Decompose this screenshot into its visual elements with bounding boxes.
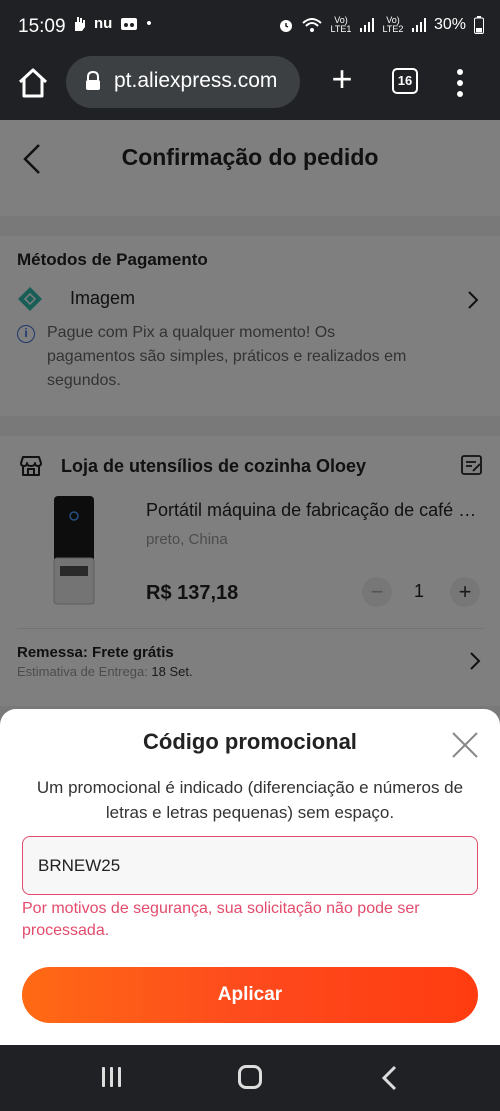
promo-description: Um promocional é indicado (diferenciação… [36, 778, 464, 822]
sheet-title: Código promocional [143, 729, 357, 754]
lock-icon [86, 71, 100, 90]
new-tab-button[interactable]: + [326, 61, 358, 97]
browser-toolbar: pt.aliexpress.com + 16 [0, 56, 500, 120]
alarm-icon [279, 20, 292, 32]
signal-icon [359, 18, 374, 32]
more-menu-icon[interactable] [450, 66, 470, 100]
status-bar: 15:09 nu • Vo) LTE1 Vo) LTE2 30% [0, 0, 500, 56]
home-icon[interactable] [16, 66, 50, 100]
apply-button[interactable]: Aplicar [22, 967, 478, 1023]
back-nav-icon[interactable] [380, 1065, 400, 1091]
promo-code-sheet: Código promocional Um promocional é indi… [0, 709, 500, 1045]
dot-icon: • [146, 15, 152, 32]
error-message: Por motivos de segurança, sua solicitaçã… [22, 900, 420, 939]
address-bar[interactable]: pt.aliexpress.com [66, 56, 300, 108]
recents-icon[interactable] [100, 1067, 122, 1089]
url-text: pt.aliexpress.com [114, 69, 278, 92]
close-icon[interactable] [449, 729, 481, 761]
promo-code-input[interactable] [22, 836, 478, 895]
hand-icon [75, 16, 85, 31]
signal-icon [411, 18, 426, 32]
system-nav-bar [0, 1045, 500, 1111]
system-icons: Vo) LTE1 Vo) LTE2 30% [278, 16, 484, 34]
battery-percent: 30% [433, 16, 466, 33]
nu-icon: nu [94, 15, 113, 32]
tab-switcher-button[interactable]: 16 [392, 68, 418, 94]
wifi-icon [302, 18, 322, 32]
home-nav-icon[interactable] [238, 1065, 262, 1089]
game-icon [121, 17, 138, 30]
volte2-label: Vo) LTE2 [382, 15, 404, 34]
notification-icons: nu • [72, 15, 152, 32]
battery-icon [474, 16, 484, 34]
volte1-label: Vo) LTE1 [330, 15, 352, 34]
status-time: 15:09 [18, 16, 66, 37]
